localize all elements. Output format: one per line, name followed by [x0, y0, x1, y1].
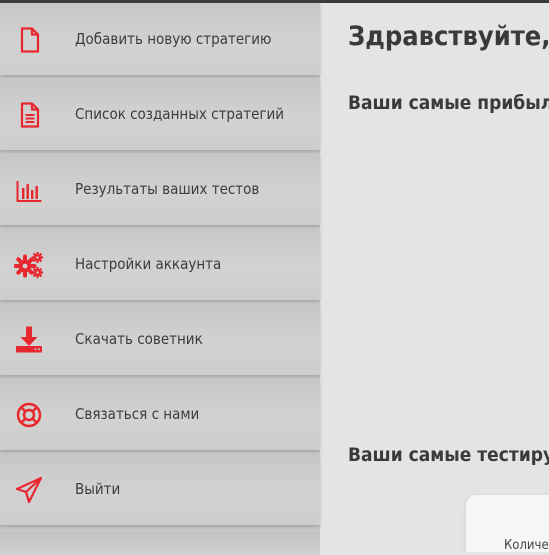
section-title-most-profitable: Ваши самые прибыльные	[348, 92, 549, 114]
lifebuoy-icon	[14, 400, 44, 430]
stats-card: Количество	[466, 495, 549, 552]
sidebar-item-add-strategy[interactable]: Добавить новую стратегию	[0, 3, 320, 75]
sidebar-item-partial	[0, 531, 320, 555]
download-icon	[14, 325, 44, 355]
card-label: Количество	[504, 538, 549, 552]
greeting-title: Здравствуйте, ,	[348, 21, 549, 52]
file-icon	[14, 25, 44, 55]
sidebar-item-strategy-list[interactable]: Список созданных стратегий	[0, 78, 320, 150]
sidebar-item-logout[interactable]: Выйти	[0, 453, 320, 525]
sidebar-item-label: Настройки аккаунта	[75, 255, 222, 273]
sidebar-item-label: Выйти	[75, 480, 121, 498]
document-list-icon	[14, 100, 44, 130]
sidebar-item-label: Результаты ваших тестов	[75, 180, 260, 198]
sidebar-item-label: Скачать советник	[75, 330, 203, 348]
main-content: Здравствуйте, , Ваши самые прибыльные Ва…	[320, 3, 549, 552]
sidebar-item-account-settings[interactable]: Настройки аккаунта	[0, 228, 320, 300]
sidebar-item-test-results[interactable]: Результаты ваших тестов	[0, 153, 320, 225]
sidebar-item-label: Связаться с нами	[75, 405, 200, 423]
sidebar-item-download-advisor[interactable]: Скачать советник	[0, 303, 320, 375]
sidebar-item-contact-us[interactable]: Связаться с нами	[0, 378, 320, 450]
section-title-most-tested: Ваши самые тестируемые	[348, 444, 549, 466]
sidebar-item-label: Добавить новую стратегию	[75, 30, 272, 48]
paper-plane-icon	[14, 475, 44, 505]
bar-chart-icon	[14, 175, 44, 205]
gears-icon	[14, 250, 44, 280]
sidebar: Добавить новую стратегию Список созданны…	[0, 3, 320, 555]
sidebar-item-label: Список созданных стратегий	[75, 105, 285, 123]
